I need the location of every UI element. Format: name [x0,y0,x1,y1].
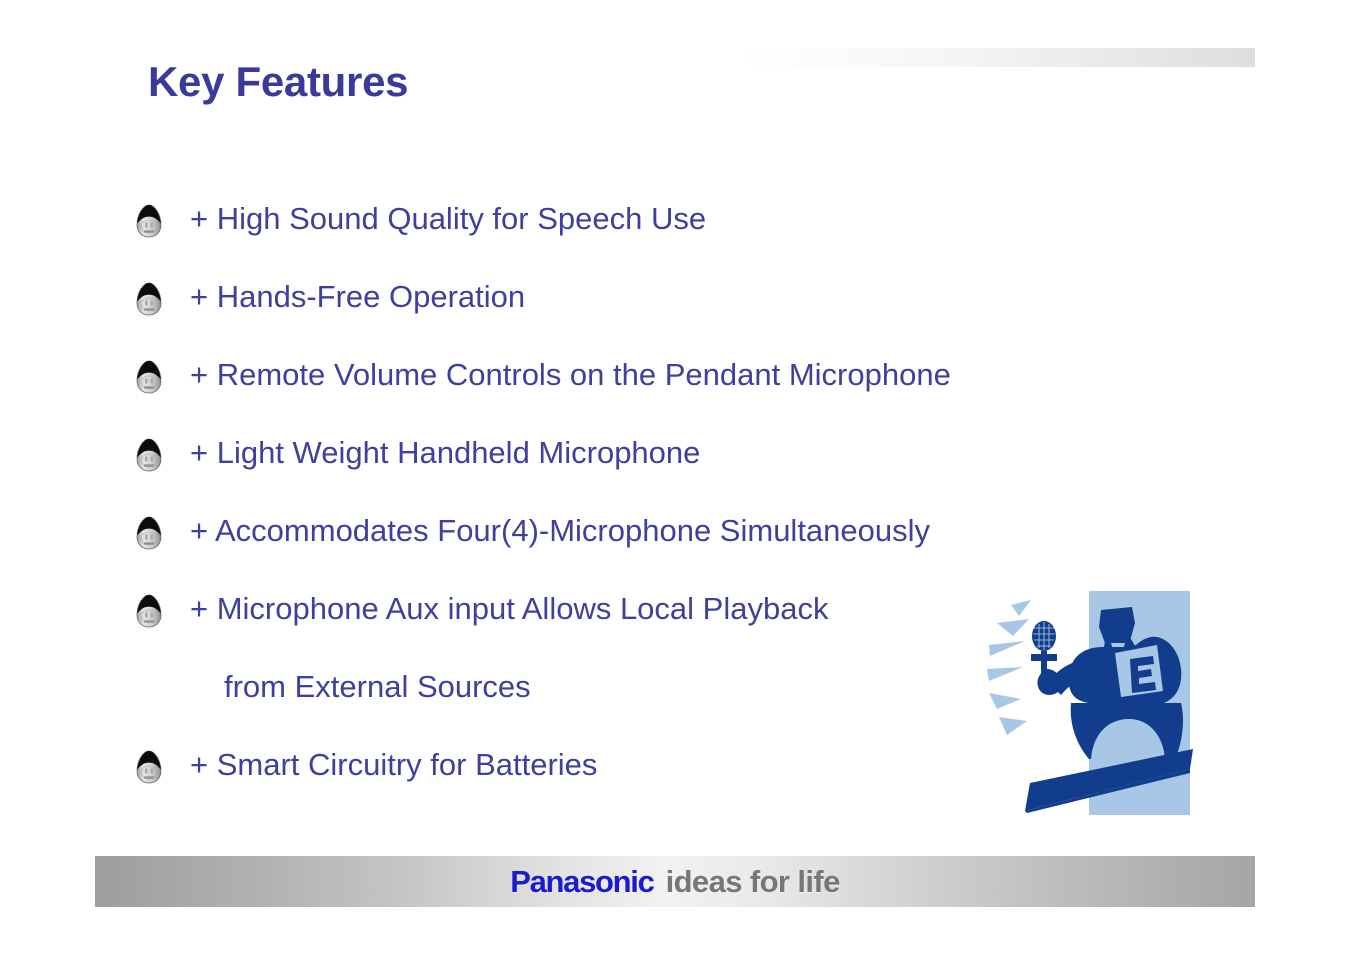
feature-item: + Remote Volume Controls on the Pendant … [132,354,1192,432]
pendant-microphone-icon [136,438,162,472]
footer-bar: Panasonic ideas for life [95,856,1255,907]
pendant-microphone-icon [136,360,162,394]
feature-text: + High Sound Quality for Speech Use [190,201,707,236]
feature-item: + Hands-Free Operation [132,276,1192,354]
feature-text: from External Sources [224,669,531,704]
pendant-microphone-icon [136,594,162,628]
brand-name: Panasonic [510,863,655,899]
brand-tagline: ideas for life [665,863,841,899]
feature-item: + High Sound Quality for Speech Use [132,198,1192,276]
feature-text: + Microphone Aux input Allows Local Play… [190,591,829,626]
feature-text: + Hands-Free Operation [190,279,526,314]
pendant-microphone-icon [136,204,162,238]
pendant-microphone-icon [136,516,162,550]
feature-item: + Light Weight Handheld Microphone [132,432,1192,510]
page-title: Key Features [148,58,409,105]
pendant-microphone-icon [136,282,162,316]
feature-text: + Accommodates Four(4)-Microphone Simult… [190,513,931,548]
feature-text: + Light Weight Handheld Microphone [190,435,701,470]
header-accent-bar [742,48,1255,67]
feature-item: + Accommodates Four(4)-Microphone Simult… [132,510,1192,588]
speaker-with-microphone-illustration [985,583,1230,828]
feature-text: + Remote Volume Controls on the Pendant … [190,357,951,392]
pendant-microphone-icon [136,750,162,784]
panasonic-logo: Panasonic ideas for life [95,856,1255,907]
feature-text: + Smart Circuitry for Batteries [190,747,598,782]
